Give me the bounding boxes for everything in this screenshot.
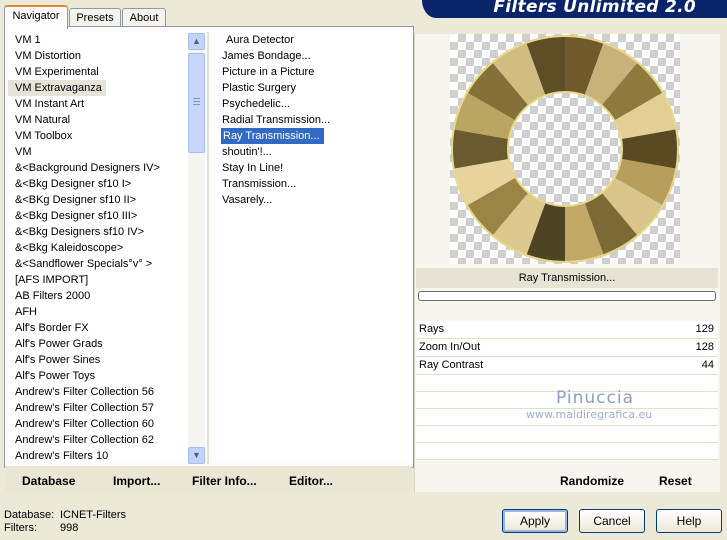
app-title: Filters Unlimited 2.0 (493, 0, 696, 17)
tab-navigator[interactable]: Navigator (4, 5, 68, 29)
category-item[interactable]: [AFS IMPORT] (8, 272, 188, 288)
apply-button[interactable]: Apply (502, 509, 568, 533)
watermark-name: Pinuccia (556, 388, 634, 408)
category-item[interactable]: AFH (8, 304, 188, 320)
watermark-url: www.maidiregrafica.eu (526, 408, 653, 421)
database-label: Database: (4, 509, 55, 521)
editor-button[interactable]: Editor... (289, 474, 333, 488)
category-scrollbar[interactable]: ▲ ▼ (188, 33, 205, 464)
filters-count-value: 998 (60, 522, 79, 534)
help-button[interactable]: Help (656, 509, 722, 533)
param-row-empty (416, 426, 718, 443)
tab-about[interactable]: About (122, 8, 166, 27)
filter-item[interactable]: Vasarely... (214, 192, 410, 208)
selected-filter-name: Ray Transmission... (416, 268, 718, 288)
database-button[interactable]: Database (22, 474, 75, 488)
category-item[interactable]: &<BKg Designer sf10 II> (8, 192, 188, 208)
filter-item[interactable]: Radial Transmission... (214, 112, 410, 128)
filter-item[interactable]: Aura Detector (214, 32, 410, 48)
param-value[interactable]: 128 (696, 339, 714, 356)
scroll-thumb[interactable] (188, 53, 205, 153)
filter-item[interactable]: shoutin'!... (214, 144, 410, 160)
category-item[interactable]: VM Toolbox (8, 128, 188, 144)
filter-info-button[interactable]: Filter Info... (192, 474, 257, 488)
param-row-ray-contrast[interactable]: Ray Contrast 44 (416, 357, 718, 375)
category-item[interactable]: VM 1 (8, 32, 188, 48)
category-item[interactable]: AB Filters 2000 (8, 288, 188, 304)
category-item[interactable]: VM (8, 144, 188, 160)
param-row-zoom[interactable]: Zoom In/Out 128 (416, 339, 718, 357)
param-value[interactable]: 129 (696, 321, 714, 338)
database-value: ICNET-Filters (60, 509, 126, 521)
filter-item[interactable]: Psychedelic... (214, 96, 410, 112)
category-item[interactable]: VM Instant Art (8, 96, 188, 112)
category-item[interactable]: Andrew's Filter Collection 57 (8, 400, 188, 416)
category-item[interactable]: Andrew's Filters 10 (8, 448, 188, 462)
filter-item[interactable]: Transmission... (214, 176, 410, 192)
scroll-up-button[interactable]: ▲ (188, 33, 205, 50)
param-row-empty (416, 443, 718, 460)
param-row-rays[interactable]: Rays 129 (416, 321, 718, 339)
category-item[interactable]: Alf's Power Sines (8, 352, 188, 368)
param-label: Ray Contrast (419, 359, 484, 371)
filter-item[interactable]: Stay In Line! (214, 160, 410, 176)
filters-count-label: Filters: (4, 522, 37, 534)
filter-preview-image (450, 34, 680, 264)
param-value[interactable]: 44 (702, 357, 714, 374)
category-item[interactable]: Alf's Power Grads (8, 336, 188, 352)
category-item[interactable]: &<Bkg Designers sf10 IV> (8, 224, 188, 240)
category-item[interactable]: Andrew's Filter Collection 56 (8, 384, 188, 400)
category-item[interactable]: Alf's Power Toys (8, 368, 188, 384)
category-item[interactable]: Andrew's Filter Collection 62 (8, 432, 188, 448)
progress-bar (418, 291, 716, 301)
category-item[interactable]: &<Bkg Designer sf10 III> (8, 208, 188, 224)
param-label: Rays (419, 323, 445, 335)
scroll-down-button[interactable]: ▼ (188, 447, 205, 464)
category-item[interactable]: Alf's Border FX (8, 320, 188, 336)
category-item[interactable]: Andrew's Filter Collection 60 (8, 416, 188, 432)
category-item[interactable]: &<Bkg Designer sf10 I> (8, 176, 188, 192)
filter-item-selected[interactable]: Ray Transmission... (221, 128, 324, 144)
reset-button[interactable]: Reset (659, 474, 692, 488)
tab-presets[interactable]: Presets (69, 8, 121, 27)
param-label: Zoom In/Out (419, 341, 481, 353)
list-divider (207, 32, 209, 464)
category-item[interactable]: &<Sandflower Specials°v° > (8, 256, 188, 272)
category-item[interactable]: VM Distortion (8, 48, 188, 64)
app-banner: Filters Unlimited 2.0 (422, 0, 727, 18)
cancel-button[interactable]: Cancel (579, 509, 645, 533)
category-item[interactable]: &<Bkg Kaleidoscope> (8, 240, 188, 256)
category-item[interactable]: VM Natural (8, 112, 188, 128)
filter-item[interactable]: Picture in a Picture (214, 64, 410, 80)
ray-ring-preview (451, 35, 680, 263)
filter-list[interactable]: Aura Detector James Bondage... Picture i… (214, 32, 410, 462)
category-item[interactable]: VM Experimental (8, 64, 188, 80)
category-item[interactable]: &<Background Designers IV> (8, 160, 188, 176)
category-item-selected[interactable]: VM Extravaganza (8, 80, 106, 96)
randomize-button[interactable]: Randomize (560, 474, 624, 488)
category-list[interactable]: VM 1 VM Distortion VM Experimental VM Ex… (8, 32, 188, 462)
filter-item[interactable]: Plastic Surgery (214, 80, 410, 96)
import-button[interactable]: Import... (113, 474, 160, 488)
filter-item[interactable]: James Bondage... (214, 48, 410, 64)
